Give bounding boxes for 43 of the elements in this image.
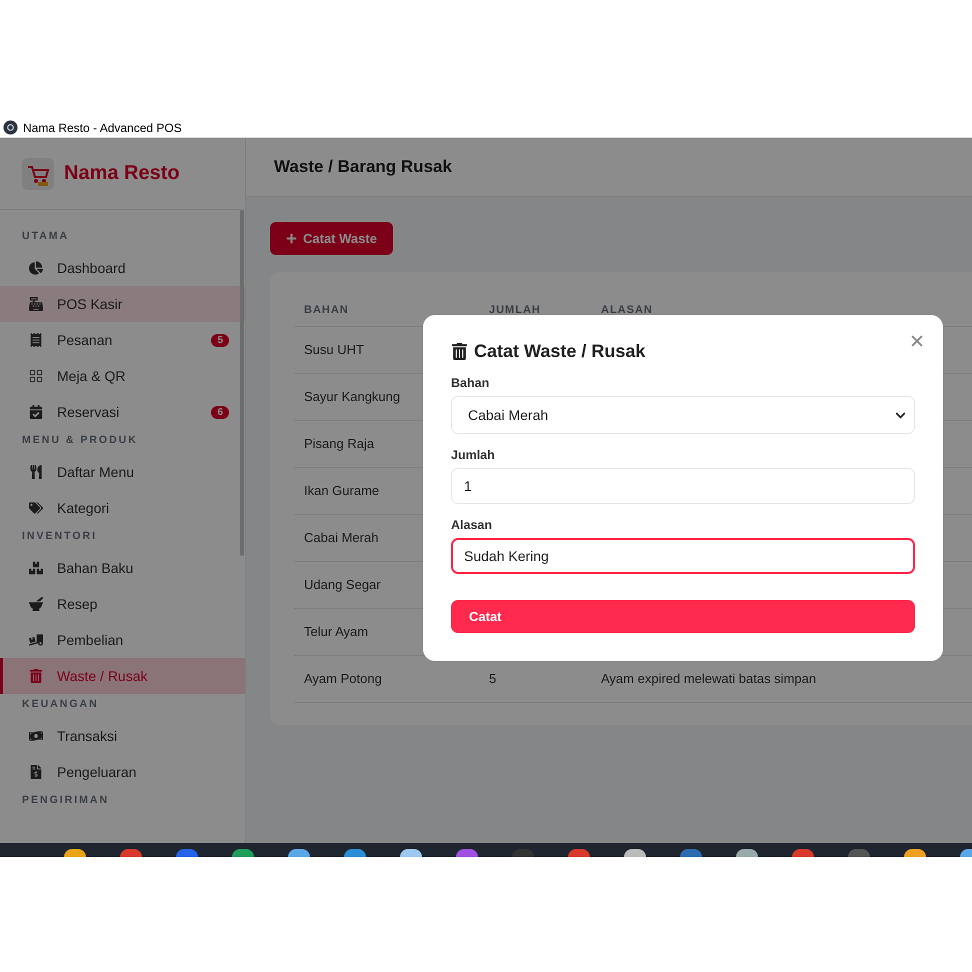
taskbar-icon[interactable] [64, 849, 86, 857]
money-icon [29, 729, 43, 743]
add-waste-button[interactable]: Catat Waste [270, 222, 393, 255]
taskbar-icon[interactable] [288, 849, 310, 857]
app-icon [3, 120, 18, 135]
taskbar-icon[interactable] [736, 849, 758, 857]
sidebar-item[interactable]: Waste / Rusak [0, 658, 245, 694]
submit-button[interactable]: Catat [451, 600, 915, 633]
cash-register-icon [29, 297, 43, 311]
section-label: INVENTORI [21, 529, 98, 544]
calendar-icon [29, 405, 43, 419]
sidebar-item[interactable]: POS Kasir [0, 286, 245, 322]
pie-chart-icon [29, 261, 43, 275]
utensils-icon [29, 465, 43, 479]
count-badge: 5 [211, 334, 229, 346]
plus-icon [286, 233, 297, 244]
section-label: PENGIRIMAN [21, 793, 110, 808]
taskbar-icon[interactable] [232, 849, 254, 857]
invoice-icon [29, 765, 43, 779]
bowl-icon [29, 597, 43, 611]
grid-icon [29, 369, 43, 383]
window-title: Nama Resto - Advanced POS [23, 120, 182, 134]
taskbar-icon[interactable] [400, 849, 422, 857]
cart-logo-icon [22, 158, 54, 190]
input-field[interactable]: Sudah Kering [451, 538, 915, 574]
count-badge: 6 [211, 406, 229, 418]
taskbar-icon[interactable] [624, 849, 646, 857]
input-field[interactable]: 1 [451, 468, 915, 504]
section-label: MENU & PRODUK [21, 433, 139, 448]
boxes-icon [29, 561, 43, 575]
truck-icon [29, 633, 43, 647]
brand-name: Nama Resto [64, 162, 180, 185]
taskbar-icon[interactable] [904, 849, 926, 857]
section-label: KEUANGAN [21, 697, 100, 712]
taskbar-icon[interactable] [344, 849, 366, 857]
chevron-down-icon [895, 410, 906, 420]
trash-icon [451, 343, 468, 360]
tags-icon [29, 501, 43, 515]
section-label: UTAMA [21, 229, 70, 244]
select-field[interactable]: Cabai Merah [451, 396, 915, 434]
page-title: Waste / Barang Rusak [274, 157, 452, 177]
trash-icon [29, 669, 43, 683]
receipt-icon [29, 333, 43, 347]
